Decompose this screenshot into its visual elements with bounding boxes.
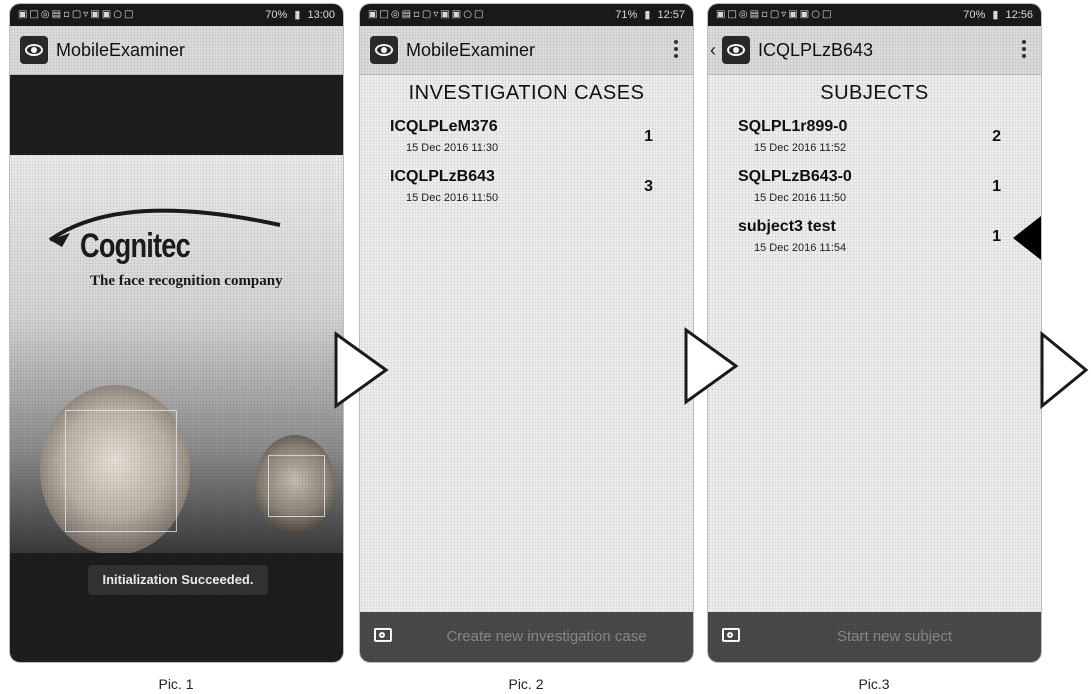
bottom-bar-label: Create new investigation case bbox=[446, 628, 647, 645]
app-title: MobileExaminer bbox=[56, 40, 186, 60]
eye-icon bbox=[722, 36, 750, 64]
splash-photo: Cognitec The face recognition company bbox=[10, 155, 343, 553]
battery-level: 71% bbox=[615, 9, 638, 21]
create-case-button[interactable]: Create new investigation case bbox=[360, 612, 693, 662]
item-count: 3 bbox=[644, 178, 653, 195]
item-date: 15 Dec 2016 11:54 bbox=[754, 242, 847, 254]
list-item-selected[interactable]: subject3 test 15 Dec 2016 11:54 1 bbox=[708, 216, 1041, 266]
cases-list: ICQLPLeM376 15 Dec 2016 11:30 1 ICQLPLzB… bbox=[360, 116, 693, 216]
item-count: 1 bbox=[644, 128, 653, 145]
tagline: The face recognition company bbox=[90, 273, 283, 289]
face-detection-box bbox=[268, 455, 325, 517]
clock: 13:00 bbox=[307, 9, 335, 21]
clock: 12:57 bbox=[657, 9, 685, 21]
item-title: SQLPLzB643-0 bbox=[738, 168, 852, 185]
logo-text: Cognitec bbox=[80, 227, 191, 265]
right-arrow-outline-icon bbox=[1040, 330, 1089, 410]
battery-level: 70% bbox=[963, 9, 986, 21]
overflow-menu-icon[interactable] bbox=[1021, 40, 1027, 60]
camera-icon bbox=[374, 628, 392, 642]
item-date: 15 Dec 2016 11:50 bbox=[406, 192, 499, 204]
splash-screen: Cognitec The face recognition company In… bbox=[10, 75, 343, 662]
camera-icon bbox=[722, 628, 740, 642]
back-chevron-icon[interactable]: ‹ bbox=[710, 26, 716, 74]
start-subject-button[interactable]: Start new subject bbox=[708, 612, 1041, 662]
item-date: 15 Dec 2016 11:30 bbox=[406, 142, 499, 154]
app-title: MobileExaminer bbox=[406, 40, 536, 60]
app-title: ICQLPLzB643 bbox=[758, 40, 874, 60]
status-bar: ▣□◎▤▫▢▿▣▣○□ 70% ▮ 12:56 bbox=[708, 4, 1041, 26]
face-detection-box bbox=[65, 410, 177, 532]
list-item[interactable]: SQLPL1r899-0 15 Dec 2016 11:52 2 bbox=[708, 116, 1041, 166]
phone-screen-2: ▣□◎▤▫▢▿▣▣○□ 71% ▮ 12:57 MobileExaminer I… bbox=[360, 4, 693, 662]
overflow-menu-icon[interactable] bbox=[673, 40, 679, 60]
right-arrow-outline-icon bbox=[684, 327, 739, 405]
status-toast: Initialization Succeeded. bbox=[88, 565, 268, 595]
item-title: ICQLPLeM376 bbox=[390, 118, 498, 135]
item-date: 15 Dec 2016 11:52 bbox=[754, 142, 847, 154]
app-bar: ‹ ICQLPLzB643 bbox=[708, 26, 1041, 75]
item-title: subject3 test bbox=[738, 218, 836, 235]
clock: 12:56 bbox=[1005, 9, 1033, 21]
notification-icons: ▣□◎▤▫▢▿▣▣○□ bbox=[18, 9, 136, 20]
eye-icon bbox=[370, 36, 398, 64]
battery-icon: ▮ bbox=[992, 9, 999, 21]
app-bar: MobileExaminer bbox=[360, 26, 693, 75]
status-bar: ▣□◎▤▫▢▿▣▣○□ 71% ▮ 12:57 bbox=[360, 4, 693, 26]
eye-icon bbox=[20, 36, 48, 64]
item-date: 15 Dec 2016 11:50 bbox=[754, 192, 847, 204]
item-count: 2 bbox=[992, 128, 1001, 145]
list-item[interactable]: ICQLPLzB643 15 Dec 2016 11:50 3 bbox=[360, 166, 693, 216]
figure-caption: Pic.3 bbox=[858, 676, 890, 692]
phone-screen-1: ▣□◎▤▫▢▿▣▣○□ 70% ▮ 13:00 MobileExaminer C… bbox=[10, 4, 343, 662]
item-count: 1 bbox=[992, 228, 1001, 245]
section-header: SUBJECTS bbox=[820, 82, 929, 104]
phone-screen-3: ▣□◎▤▫▢▿▣▣○□ 70% ▮ 12:56 ‹ ICQLPLzB643 SU… bbox=[708, 4, 1041, 662]
section-header: INVESTIGATION CASES bbox=[408, 82, 645, 104]
list-item[interactable]: ICQLPLeM376 15 Dec 2016 11:30 1 bbox=[360, 116, 693, 166]
selection-pointer-icon bbox=[1013, 216, 1041, 260]
battery-icon: ▮ bbox=[644, 9, 651, 21]
item-title: SQLPL1r899-0 bbox=[738, 118, 848, 135]
app-bar: MobileExaminer bbox=[10, 26, 343, 75]
figure-caption: Pic. 1 bbox=[158, 676, 194, 692]
subjects-list: SQLPL1r899-0 15 Dec 2016 11:52 2 SQLPLzB… bbox=[708, 116, 1041, 266]
right-arrow-outline-icon bbox=[334, 331, 389, 409]
item-title: ICQLPLzB643 bbox=[390, 168, 495, 185]
figure-caption: Pic. 2 bbox=[508, 676, 544, 692]
notification-icons: ▣□◎▤▫▢▿▣▣○□ bbox=[716, 9, 834, 20]
notification-icons: ▣□◎▤▫▢▿▣▣○□ bbox=[368, 9, 486, 20]
battery-level: 70% bbox=[265, 9, 288, 21]
status-bar: ▣□◎▤▫▢▿▣▣○□ 70% ▮ 13:00 bbox=[10, 4, 343, 26]
bottom-bar-label: Start new subject bbox=[836, 628, 953, 645]
item-count: 1 bbox=[992, 178, 1001, 195]
battery-icon: ▮ bbox=[294, 9, 301, 21]
list-item[interactable]: SQLPLzB643-0 15 Dec 2016 11:50 1 bbox=[708, 166, 1041, 216]
